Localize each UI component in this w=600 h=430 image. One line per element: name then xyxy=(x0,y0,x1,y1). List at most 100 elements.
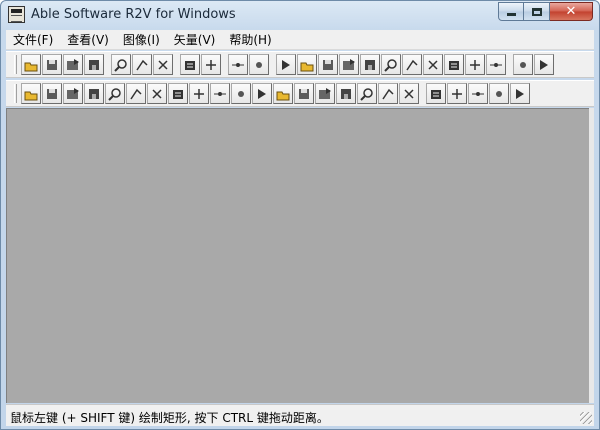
node-split-button[interactable] xyxy=(381,54,401,75)
line-mirror-button[interactable] xyxy=(252,83,272,104)
id-label-button[interactable] xyxy=(510,83,530,104)
abc-text-icon xyxy=(490,62,502,67)
fill-square-icon xyxy=(323,59,333,70)
texture-icon xyxy=(282,59,290,70)
menu-help[interactable]: 帮助(H) xyxy=(222,30,278,50)
move-node-button[interactable] xyxy=(489,83,509,104)
join-line-button[interactable] xyxy=(84,83,104,104)
menu-view[interactable]: 查看(V) xyxy=(60,30,116,50)
id-label-icon xyxy=(516,88,524,99)
app-icon[interactable] xyxy=(8,6,25,23)
resize-grip[interactable] xyxy=(580,412,592,424)
frame-button[interactable] xyxy=(297,54,317,75)
align-button[interactable] xyxy=(399,83,419,104)
select-arrow-button[interactable] xyxy=(201,54,221,75)
id-line-icon xyxy=(319,87,331,99)
branch-button[interactable] xyxy=(168,83,188,104)
point-button[interactable] xyxy=(402,54,422,75)
menu-image[interactable]: 图像(I) xyxy=(116,30,167,50)
close-button[interactable]: ✕ xyxy=(550,2,593,21)
align-icon xyxy=(404,88,414,99)
line-smooth-button[interactable] xyxy=(273,83,293,104)
save-image-icon xyxy=(67,58,79,70)
node-split-icon xyxy=(384,58,397,72)
title-bar[interactable]: Able Software R2V for Windows ✕ xyxy=(1,1,599,29)
image-adjust-icon xyxy=(256,61,262,68)
star-point-icon xyxy=(520,61,526,68)
open-folder-button[interactable] xyxy=(21,54,41,75)
pan-button[interactable] xyxy=(153,54,173,75)
solid-block-icon xyxy=(382,88,394,99)
break-button[interactable] xyxy=(210,83,230,104)
open-folder-icon xyxy=(24,62,38,71)
arrow-select-button[interactable] xyxy=(426,83,446,104)
image-process-button[interactable] xyxy=(228,54,248,75)
delete-node-button[interactable] xyxy=(468,83,488,104)
zoom-out-button[interactable] xyxy=(132,54,152,75)
maximize-button[interactable] xyxy=(524,2,550,21)
toolbar-grip[interactable] xyxy=(14,55,17,74)
line-draw-icon xyxy=(24,91,38,100)
solid-block-button[interactable] xyxy=(378,83,398,104)
abc-text-button[interactable] xyxy=(486,54,506,75)
minimize-icon xyxy=(506,13,516,16)
save-icon xyxy=(47,59,57,70)
save-image-button[interactable] xyxy=(63,54,83,75)
image-workspace[interactable] xyxy=(6,108,589,403)
status-text: 鼠标左键 (+ SHIFT 键) 绘制矩形, 按下 CTRL 键拖动距离。 xyxy=(10,411,329,425)
text-ocr-button[interactable] xyxy=(465,54,485,75)
menu-vector[interactable]: 矢量(V) xyxy=(167,30,223,50)
line-node-button[interactable] xyxy=(339,54,359,75)
fill-square-button[interactable] xyxy=(318,54,338,75)
pick-point-icon xyxy=(540,59,548,70)
add-node-button[interactable] xyxy=(447,83,467,104)
edit-line-button[interactable] xyxy=(42,83,62,104)
delete-node-icon xyxy=(472,91,484,96)
rectangle-button[interactable] xyxy=(231,83,251,104)
angle-button[interactable] xyxy=(147,83,167,104)
window-controls: ✕ xyxy=(498,2,593,22)
save-vector-button[interactable] xyxy=(84,54,104,75)
point-delete-button[interactable] xyxy=(444,54,464,75)
save-vector-icon xyxy=(89,59,99,70)
crossing-button[interactable] xyxy=(189,83,209,104)
line-segment-button[interactable] xyxy=(360,54,380,75)
select-arrow-icon xyxy=(206,59,216,70)
status-bar: 鼠标左键 (+ SHIFT 键) 绘制矩形, 按下 CTRL 键拖动距离。 xyxy=(6,404,594,426)
frame-icon xyxy=(300,62,314,71)
rotate-line-button[interactable] xyxy=(63,83,83,104)
pick-point-button[interactable] xyxy=(534,54,554,75)
texture-button[interactable] xyxy=(276,54,296,75)
horizontal-split-button[interactable] xyxy=(294,83,314,104)
line-node-icon xyxy=(343,58,355,70)
point-delete-icon xyxy=(449,60,459,70)
undo-button[interactable] xyxy=(180,54,200,75)
edit-toolbar xyxy=(6,80,594,107)
pan-icon xyxy=(158,59,168,70)
toolbar-grip[interactable] xyxy=(14,84,17,103)
move-node-icon xyxy=(496,90,502,97)
save-button[interactable] xyxy=(42,54,62,75)
contour-button[interactable] xyxy=(336,83,356,104)
star-point-button[interactable] xyxy=(513,54,533,75)
node-insert-button[interactable] xyxy=(126,83,146,104)
hatch-icon xyxy=(360,87,373,101)
join-line-icon xyxy=(89,88,99,99)
hatch-button[interactable] xyxy=(357,83,377,104)
vertical-scrollbar[interactable] xyxy=(589,108,594,403)
app-window: Able Software R2V for Windows ✕ 文件(F) 查看… xyxy=(0,0,600,430)
vertical-split-button[interactable] xyxy=(105,83,125,104)
text-ocr-icon xyxy=(470,59,480,70)
minimize-button[interactable] xyxy=(498,2,524,21)
main-toolbar xyxy=(6,51,594,78)
crossing-icon xyxy=(194,88,204,99)
menu-bar: 文件(F) 查看(V) 图像(I) 矢量(V) 帮助(H) xyxy=(6,30,594,50)
label-id-button[interactable] xyxy=(423,54,443,75)
id-line-button[interactable] xyxy=(315,83,335,104)
menu-file[interactable]: 文件(F) xyxy=(6,30,60,50)
zoom-in-button[interactable] xyxy=(111,54,131,75)
line-draw-button[interactable] xyxy=(21,83,41,104)
break-icon xyxy=(214,91,226,96)
node-insert-icon xyxy=(130,88,142,99)
image-adjust-button[interactable] xyxy=(249,54,269,75)
